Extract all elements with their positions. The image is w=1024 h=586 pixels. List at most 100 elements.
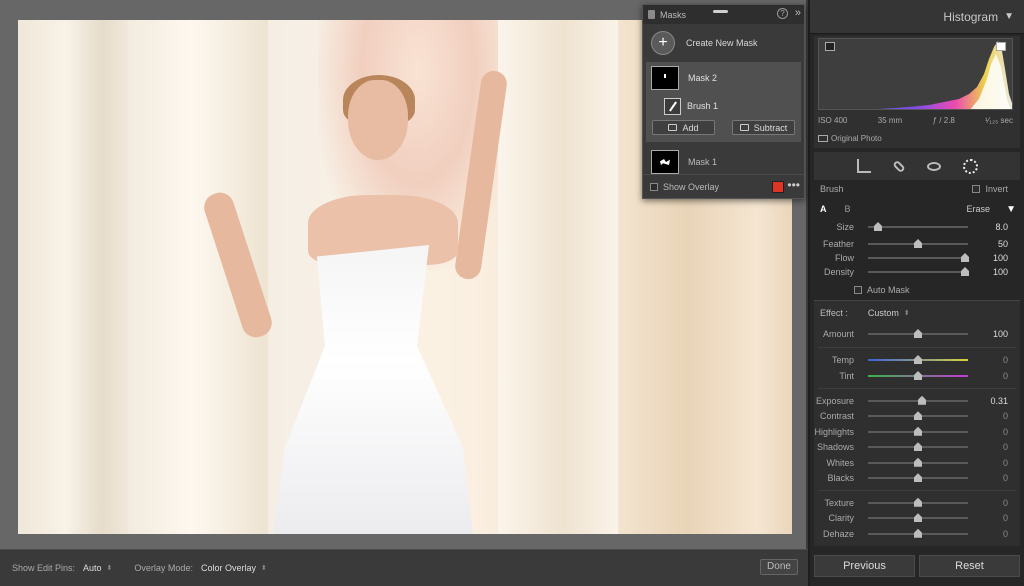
highlights-value[interactable]: 0 xyxy=(1003,427,1008,437)
whites-slider-handle[interactable] xyxy=(914,457,922,467)
highlights-slider-handle[interactable] xyxy=(914,426,922,436)
auto-mask-row[interactable]: Auto Mask xyxy=(814,281,1020,299)
texture-slider[interactable] xyxy=(868,497,968,507)
whites-slider[interactable] xyxy=(868,457,968,467)
effect-preset-select[interactable]: Custom xyxy=(868,308,899,318)
histogram-header[interactable]: Histogram ▼ xyxy=(810,0,1024,34)
temp-slider[interactable] xyxy=(868,355,968,364)
flow-slider[interactable] xyxy=(868,253,969,262)
shadow-clipping-icon[interactable] xyxy=(825,42,835,51)
shadows-value[interactable]: 0 xyxy=(1003,442,1008,452)
amount-slider-handle[interactable] xyxy=(914,329,922,338)
exposure-slider[interactable] xyxy=(868,395,968,405)
amount-slider[interactable] xyxy=(868,329,968,338)
dehaze-value[interactable]: 0 xyxy=(1003,529,1008,539)
size-slider[interactable] xyxy=(868,222,968,231)
texture-slider-handle[interactable] xyxy=(914,497,922,507)
previous-button[interactable]: Previous xyxy=(814,555,915,577)
edit-pins-caret-icon[interactable]: ⬍ xyxy=(107,564,113,572)
done-button[interactable]: Done xyxy=(760,559,798,575)
contrast-value[interactable]: 0 xyxy=(1003,411,1008,421)
blacks-value[interactable]: 0 xyxy=(1003,473,1008,483)
tint-value[interactable]: 0 xyxy=(1003,371,1008,381)
reset-button[interactable]: Reset xyxy=(919,555,1020,577)
feather-slider-handle[interactable] xyxy=(914,239,922,248)
histogram-graph[interactable] xyxy=(818,38,1013,110)
overlay-mode-select[interactable]: Color Overlay xyxy=(201,563,256,573)
highlights-slider[interactable] xyxy=(868,426,968,436)
tab-a[interactable]: A xyxy=(820,204,827,214)
exposure-slider-handle[interactable] xyxy=(918,395,926,405)
expand-icon[interactable]: » xyxy=(795,7,801,19)
clarity-value[interactable]: 0 xyxy=(1003,513,1008,523)
exposure-value[interactable]: 0.31 xyxy=(990,396,1008,406)
add-subtract-row: Add Subtract xyxy=(646,120,801,135)
subtract-button[interactable]: Subtract xyxy=(732,120,795,135)
invert-toggle[interactable]: Invert xyxy=(972,184,1008,194)
help-icon[interactable]: ? xyxy=(777,8,788,19)
create-new-mask-row[interactable]: + Create New Mask xyxy=(643,24,804,62)
original-photo-toggle[interactable]: Original Photo xyxy=(818,134,882,143)
mask-2-row[interactable]: Mask 2 xyxy=(646,62,801,94)
size-value[interactable]: 8.0 xyxy=(995,222,1008,232)
shadows-slider-handle[interactable] xyxy=(914,442,922,452)
masks-panel[interactable]: Masks ? » + Create New Mask Mask 2 Brush… xyxy=(642,4,805,199)
edit-pins-select[interactable]: Auto xyxy=(83,563,102,573)
brush-1-row[interactable]: Brush 1 xyxy=(646,94,801,118)
density-slider[interactable] xyxy=(868,267,969,276)
show-overlay-row[interactable]: Show Overlay ••• xyxy=(643,174,804,198)
dehaze-label: Dehaze xyxy=(822,528,854,539)
flow-slider-handle[interactable] xyxy=(961,253,969,262)
feather-slider[interactable] xyxy=(868,239,968,248)
show-overlay-checkbox[interactable] xyxy=(650,182,658,191)
erase-tab[interactable]: Erase xyxy=(966,204,990,214)
blacks-slider-handle[interactable] xyxy=(914,473,922,483)
dehaze-slider-handle[interactable] xyxy=(914,528,922,538)
mask-2-group[interactable]: Mask 2 Brush 1 Add Subtract xyxy=(646,62,801,142)
tint-slider-handle[interactable] xyxy=(914,371,922,380)
highlight-clipping-icon[interactable] xyxy=(996,42,1006,51)
blacks-slider[interactable] xyxy=(868,473,968,483)
overlay-mode-caret-icon[interactable]: ⬍ xyxy=(261,564,267,572)
clarity-slider-handle[interactable] xyxy=(914,513,922,523)
temp-slider-handle[interactable] xyxy=(914,355,922,364)
brush-options-triangle-icon[interactable]: ▼ xyxy=(1006,204,1016,215)
drag-handle-icon[interactable] xyxy=(713,10,728,13)
red-eye-icon[interactable] xyxy=(926,161,941,171)
image-canvas[interactable]: Masks ? » + Create New Mask Mask 2 Brush… xyxy=(0,0,808,549)
temp-value[interactable]: 0 xyxy=(1003,355,1008,365)
whites-value[interactable]: 0 xyxy=(1003,458,1008,468)
shadows-slider[interactable] xyxy=(868,442,968,452)
amount-value[interactable]: 100 xyxy=(993,329,1008,339)
overlay-color-swatch[interactable] xyxy=(772,181,784,193)
mask-1-thumbnail[interactable] xyxy=(651,150,679,174)
density-slider-handle[interactable] xyxy=(961,267,969,276)
contrast-slider-handle[interactable] xyxy=(914,411,922,421)
more-options-icon[interactable]: ••• xyxy=(787,178,800,192)
masks-header[interactable]: Masks ? » xyxy=(643,5,804,24)
clarity-slider[interactable] xyxy=(868,513,968,523)
crop-icon[interactable] xyxy=(856,159,871,173)
texture-value[interactable]: 0 xyxy=(1003,498,1008,508)
histogram[interactable]: ISO 400 35 mm ƒ / 2.8 ¹⁄₁₂₅ sec Original… xyxy=(814,36,1020,148)
size-slider-handle[interactable] xyxy=(874,222,882,231)
tab-b[interactable]: B xyxy=(845,204,851,214)
plus-icon[interactable]: + xyxy=(651,31,675,55)
healing-icon[interactable] xyxy=(891,159,906,173)
masking-icon[interactable] xyxy=(962,158,978,174)
density-slider-row: Density 100 xyxy=(814,265,1020,279)
dehaze-slider[interactable] xyxy=(868,528,968,538)
density-value[interactable]: 100 xyxy=(993,267,1008,277)
contrast-slider[interactable] xyxy=(868,411,968,421)
collapse-triangle-icon[interactable]: ▼ xyxy=(1004,11,1014,22)
add-button[interactable]: Add xyxy=(652,120,715,135)
auto-mask-checkbox[interactable] xyxy=(854,286,862,294)
tint-slider[interactable] xyxy=(868,371,968,380)
amount-row: Amount 100 xyxy=(814,325,1020,343)
flow-value[interactable]: 100 xyxy=(993,253,1008,263)
mask-2-thumbnail[interactable] xyxy=(651,66,679,90)
feather-value[interactable]: 50 xyxy=(998,239,1008,249)
panel-grip-icon[interactable] xyxy=(648,10,655,19)
effect-preset-caret-icon[interactable]: ⬍ xyxy=(904,309,910,317)
invert-checkbox[interactable] xyxy=(972,185,981,193)
